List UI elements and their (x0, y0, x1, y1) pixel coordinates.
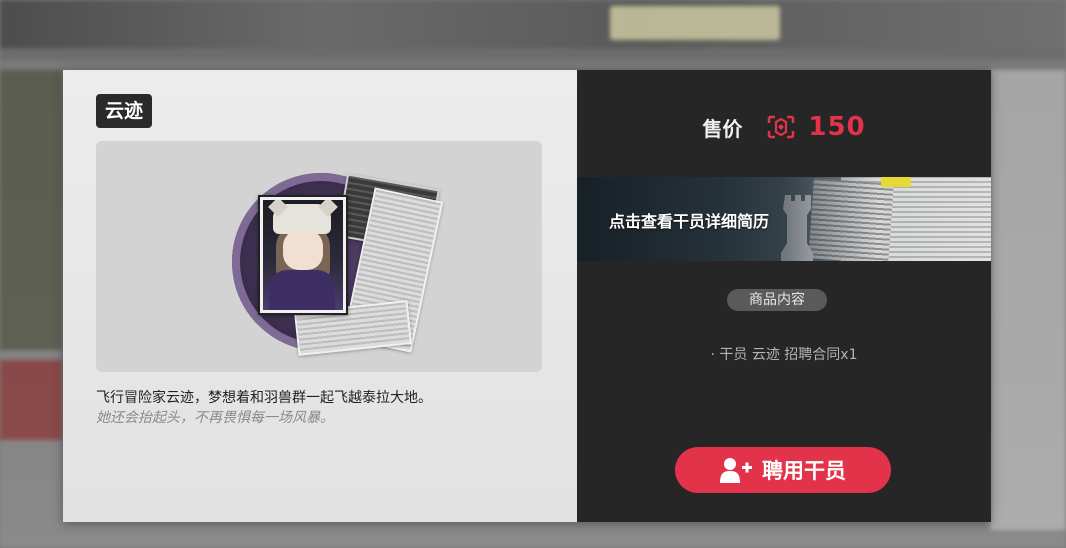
item-art (96, 141, 542, 372)
banner-text: 点击查看干员详细简历 (609, 212, 770, 231)
operator-profile-banner[interactable]: 点击查看干员详细简历 (577, 177, 991, 261)
credit-token-icon (766, 114, 796, 140)
background-left-card (0, 70, 62, 350)
background-right-card (990, 70, 1066, 530)
price-value: 150 (808, 112, 866, 142)
purchase-pane: 售价 150 点击查看干员详细简历 商品内容 · 干员 云迹 招聘合同x1 聘用… (577, 70, 991, 522)
description-line: 飞行冒险家云迹，梦想着和羽兽群一起飞越泰拉大地。 (96, 390, 432, 406)
operator-portrait (258, 195, 348, 315)
background-red-card (0, 360, 62, 440)
hire-operator-button[interactable]: 聘用干员 (675, 447, 891, 493)
price-row: 售价 150 (577, 112, 991, 142)
contents-item: · 干员 云迹 招聘合同x1 (710, 347, 858, 363)
background-highlight-tab (610, 6, 780, 40)
background-top-strip (0, 0, 1066, 48)
item-preview-pane: 云迹 飞行冒险家云迹，梦想着和羽兽群一起飞越泰拉大地。 她还会抬起头，不再畏惧每… (63, 70, 577, 522)
contents-badge: 商品内容 (727, 289, 827, 311)
purchase-dialog: 云迹 飞行冒险家云迹，梦想着和羽兽群一起飞越泰拉大地。 她还会抬起头，不再畏惧每… (63, 70, 991, 522)
price-label: 售价 (702, 116, 743, 141)
item-name-tag: 云迹 (96, 94, 153, 128)
item-description: 飞行冒险家云迹，梦想着和羽兽群一起飞越泰拉大地。 她还会抬起头，不再畏惧每一场风… (96, 388, 432, 428)
add-user-icon (720, 457, 752, 483)
hire-button-label: 聘用干员 (762, 459, 846, 483)
description-quote: 她还会抬起头，不再畏惧每一场风暴。 (96, 410, 334, 426)
